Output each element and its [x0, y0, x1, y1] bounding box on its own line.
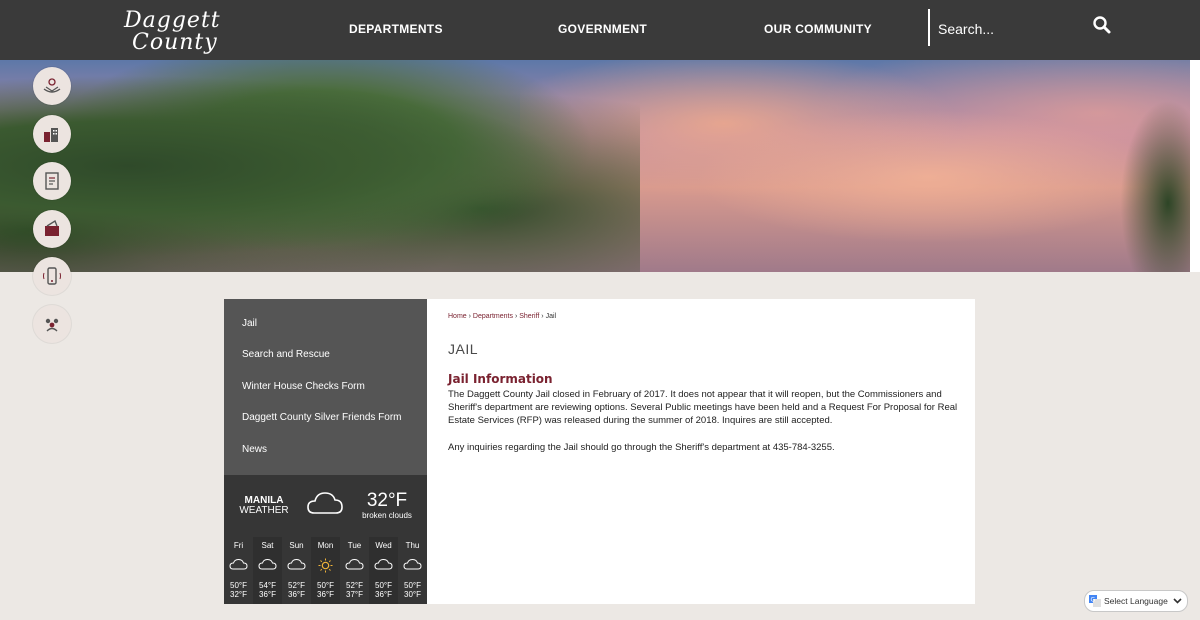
hands-icon — [43, 78, 61, 93]
forecast-day: Mon 50°F 36°F — [311, 537, 340, 604]
breadcrumb: Home › Departments › Sheriff › Jail — [448, 313, 556, 320]
forecast-day: Fri 50°F 32°F — [224, 537, 253, 604]
sidebar-nav: Jail Search and Rescue Winter House Chec… — [224, 299, 427, 475]
forecast-day: Thu 50°F 30°F — [398, 537, 427, 604]
buildings-icon — [44, 128, 58, 142]
current-condition: broken clouds — [362, 511, 412, 520]
svg-text:G: G — [1091, 597, 1096, 604]
forecast-low: 32°F — [230, 590, 247, 599]
weather-label: WEATHER — [239, 505, 289, 516]
cloud-icon — [307, 492, 343, 514]
side-link-documents[interactable] — [33, 162, 71, 200]
forecast-day-name: Fri — [233, 541, 244, 550]
forecast-high: 52°F — [346, 581, 363, 590]
mailbox-icon — [45, 219, 59, 236]
forecast-day-name: Sat — [261, 541, 274, 550]
side-link-buildings[interactable] — [33, 115, 71, 153]
chevron-down-icon — [1173, 598, 1182, 604]
main-content: Home › Departments › Sheriff › Jail JAIL… — [427, 299, 975, 604]
cloud-icon — [229, 558, 248, 570]
search-button[interactable] — [1092, 15, 1118, 41]
weather-widget: MANILA WEATHER 32°F broken clouds Fri 50… — [224, 475, 427, 604]
nav-our-community[interactable]: OUR COMMUNITY — [764, 22, 872, 36]
forecast-low: 36°F — [375, 590, 392, 599]
sidebar-item-winter-house-checks[interactable]: Winter House Checks Form — [242, 381, 365, 392]
page-title: JAIL — [448, 341, 479, 357]
side-link-hands[interactable] — [33, 67, 71, 105]
breadcrumb-home[interactable]: Home — [448, 313, 467, 320]
breadcrumb-departments[interactable]: Departments — [473, 313, 513, 320]
cloud-icon — [258, 558, 277, 570]
breadcrumb-sheriff[interactable]: Sheriff — [519, 313, 539, 320]
nav-government[interactable]: GOVERNMENT — [558, 22, 647, 36]
hero-trees — [0, 60, 640, 272]
forecast-low: 36°F — [317, 590, 334, 599]
forecast-day: Sat 54°F 36°F — [253, 537, 282, 604]
language-select-label: Select Language — [1104, 596, 1168, 606]
nav-departments[interactable]: DEPARTMENTS — [349, 22, 443, 36]
search-divider — [928, 9, 930, 46]
sidebar-item-search-rescue[interactable]: Search and Rescue — [242, 349, 330, 360]
phone-icon — [43, 267, 61, 285]
section-title: Jail Information — [448, 372, 553, 386]
logo-line2: County — [132, 30, 218, 55]
cloud-icon — [374, 558, 393, 570]
forecast-day-name: Tue — [347, 541, 362, 550]
document-icon — [45, 172, 59, 190]
hero-banner-image — [0, 60, 1190, 272]
hero-right-strip — [1190, 60, 1200, 272]
forecast-day-name: Wed — [375, 541, 392, 550]
forecast-day: Sun 52°F 36°F — [282, 537, 311, 604]
people-icon — [45, 318, 59, 332]
forecast-high: 50°F — [317, 581, 334, 590]
forecast-high: 50°F — [375, 581, 392, 590]
search-input[interactable] — [936, 14, 1090, 44]
forecast-day-name: Thu — [405, 541, 420, 550]
forecast-low: 37°F — [346, 590, 363, 599]
forecast-day-name: Sun — [289, 541, 304, 550]
forecast-high: 52°F — [288, 581, 305, 590]
county-logo[interactable]: Daggett County — [118, 6, 233, 56]
sidebar-item-silver-friends[interactable]: Daggett County Silver Friends Form — [242, 412, 402, 423]
breadcrumb-current: Jail — [545, 313, 557, 320]
current-temperature: 32°F — [366, 490, 408, 511]
sun-icon — [318, 558, 333, 573]
language-select[interactable]: G Select Language — [1084, 590, 1188, 612]
side-link-community[interactable] — [33, 305, 71, 343]
forecast-low: 36°F — [259, 590, 276, 599]
side-link-notifications[interactable] — [33, 257, 71, 295]
search-icon — [1093, 16, 1111, 34]
forecast-high: 50°F — [404, 581, 421, 590]
cloud-icon — [287, 558, 306, 570]
forecast-high: 50°F — [230, 581, 247, 590]
content-paragraph: Any inquiries regarding the Jail should … — [448, 442, 835, 453]
forecast-high: 54°F — [259, 581, 276, 590]
side-link-payments[interactable] — [33, 210, 71, 248]
cloud-icon — [403, 558, 422, 570]
content-paragraph: The Daggett County Jail closed in Februa… — [448, 389, 958, 426]
forecast-low: 30°F — [404, 590, 421, 599]
hero-trees-right — [1120, 100, 1190, 272]
forecast-day-name: Mon — [317, 541, 334, 550]
forecast-day: Wed 50°F 36°F — [369, 537, 398, 604]
sidebar-item-jail[interactable]: Jail — [242, 318, 257, 329]
google-translate-icon: G — [1089, 595, 1101, 607]
site-header: Daggett County DEPARTMENTS GOVERNMENT OU… — [0, 0, 1200, 60]
forecast-day: Tue 52°F 37°F — [340, 537, 369, 604]
forecast-low: 36°F — [288, 590, 305, 599]
cloud-icon — [345, 558, 364, 570]
sidebar-item-news[interactable]: News — [242, 444, 267, 455]
